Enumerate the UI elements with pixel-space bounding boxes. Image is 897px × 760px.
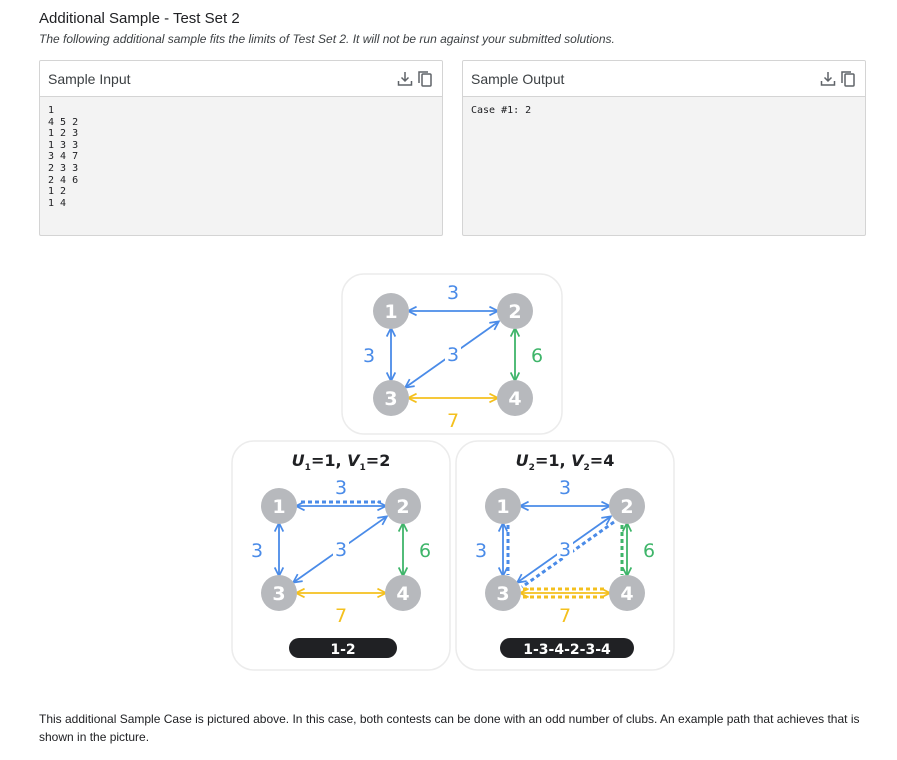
node-label-1: 1 xyxy=(384,301,397,323)
weight-label-3-4: 7 xyxy=(447,410,459,432)
node-label-3: 3 xyxy=(496,583,509,605)
weight-label-3-4: 7 xyxy=(335,605,347,627)
node-label-2: 2 xyxy=(396,496,409,518)
node-label-1: 1 xyxy=(272,496,285,518)
node-label-2: 2 xyxy=(620,496,633,518)
weight-label-1-2: 3 xyxy=(447,282,459,304)
node-label-1: 1 xyxy=(496,496,509,518)
weight-label-2-4: 6 xyxy=(643,540,655,562)
explanation-text: This additional Sample Case is pictured … xyxy=(39,712,860,744)
left-path-label: 1-2 xyxy=(330,642,355,658)
weight-label-1-3: 3 xyxy=(475,540,487,562)
node-label-4: 4 xyxy=(396,583,409,605)
weight-label-1-2: 3 xyxy=(559,477,571,499)
node-label-3: 3 xyxy=(384,388,397,410)
weight-label-2-3: 3 xyxy=(447,344,459,366)
weight-label-2-4: 6 xyxy=(419,540,431,562)
right-path-label: 1-3-4-2-3-4 xyxy=(523,642,611,658)
node-label-2: 2 xyxy=(508,301,521,323)
node-label-4: 4 xyxy=(620,583,633,605)
weight-label-2-3: 3 xyxy=(335,539,347,561)
weight-label-2-4: 6 xyxy=(531,345,543,367)
weight-label-2-3: 3 xyxy=(559,539,571,561)
node-label-4: 4 xyxy=(508,388,521,410)
sample-figure: 3 3 3 6 7 1 2 3 4 U1=1, V1=2 3 3 3 6 7 1… xyxy=(231,273,675,671)
weight-label-1-2: 3 xyxy=(335,477,347,499)
weight-label-1-3: 3 xyxy=(363,345,375,367)
weight-label-3-4: 7 xyxy=(559,605,571,627)
weight-label-1-3: 3 xyxy=(251,540,263,562)
node-label-3: 3 xyxy=(272,583,285,605)
